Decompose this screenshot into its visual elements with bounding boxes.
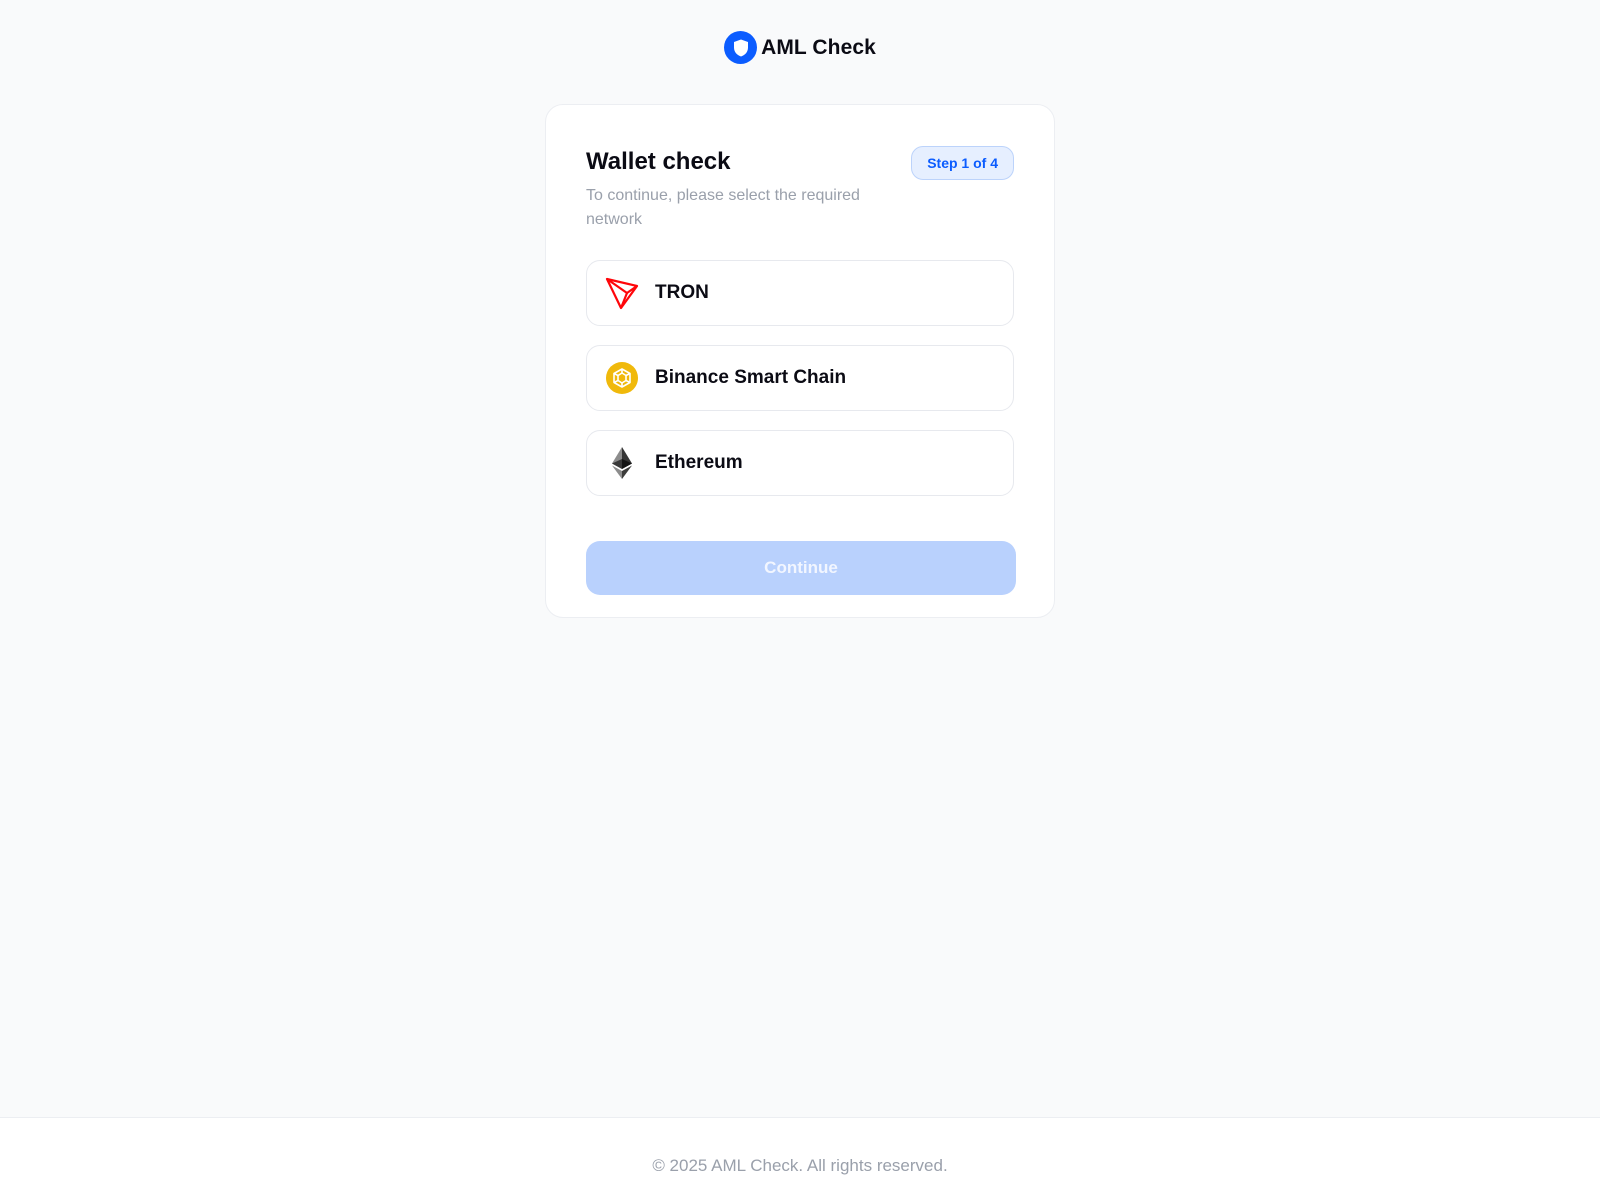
- tron-icon: [605, 276, 639, 310]
- shield-icon: [724, 31, 758, 64]
- network-option-ethereum[interactable]: Ethereum: [586, 430, 1014, 496]
- card-heading-group: Wallet check To continue, please select …: [586, 145, 886, 232]
- brand-name: AML Check: [761, 35, 876, 59]
- bnb-icon: [605, 361, 639, 395]
- page: AML Check Wallet check To continue, plea…: [0, 0, 1600, 1200]
- copyright-text: © 2025 AML Check. All rights reserved.: [652, 1156, 948, 1175]
- continue-button[interactable]: Continue: [586, 541, 1016, 595]
- network-option-tron[interactable]: TRON: [586, 260, 1014, 326]
- step-badge: Step 1 of 4: [911, 146, 1014, 180]
- card-header: Wallet check To continue, please select …: [586, 145, 1014, 232]
- card-subtitle: To continue, please select the required …: [586, 187, 860, 228]
- wallet-check-card: Wallet check To continue, please select …: [545, 104, 1055, 618]
- network-label: Binance Smart Chain: [655, 367, 847, 388]
- brand-header: AML Check: [0, 31, 1600, 64]
- network-label: Ethereum: [655, 452, 743, 473]
- footer: © 2025 AML Check. All rights reserved.: [0, 1117, 1600, 1200]
- ethereum-icon: [605, 446, 639, 480]
- network-option-bsc[interactable]: Binance Smart Chain: [586, 345, 1014, 411]
- network-label: TRON: [655, 282, 709, 303]
- page-title: Wallet check: [586, 148, 731, 175]
- network-list: TRON Binance Smart Chain Ethereum: [586, 260, 1014, 496]
